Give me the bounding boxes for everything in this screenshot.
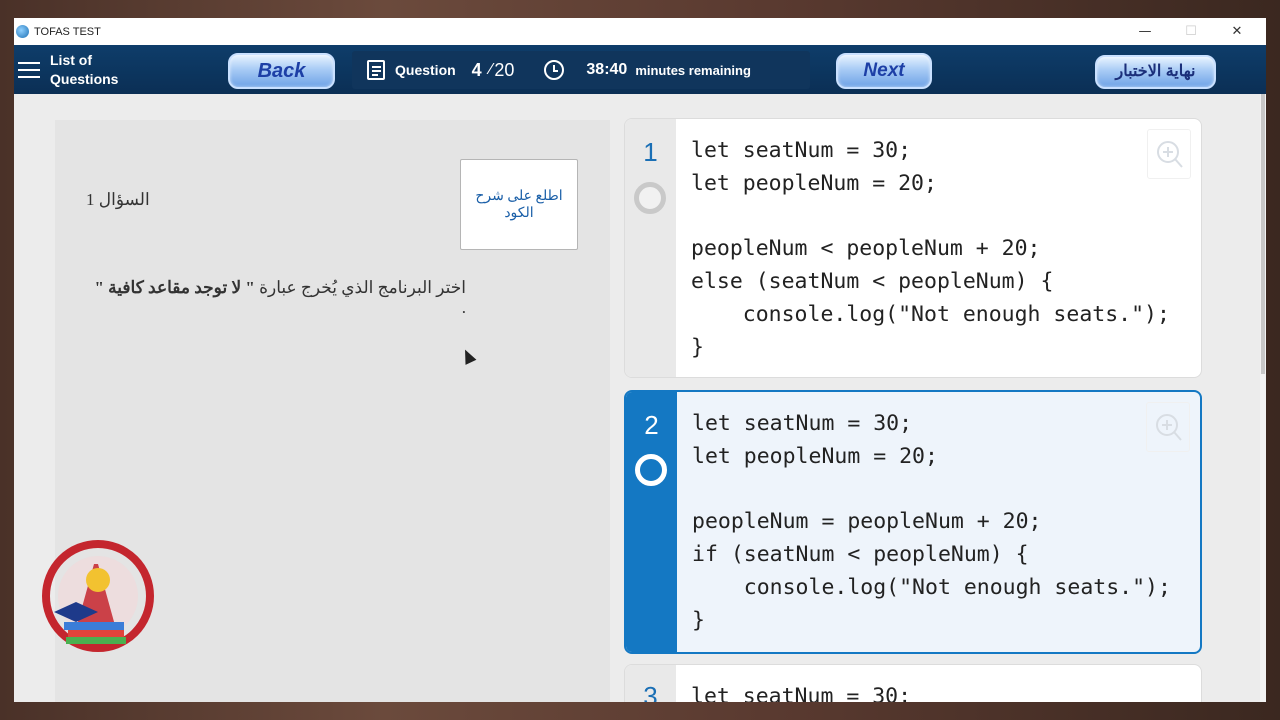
question-number-label: السؤال 1 (86, 190, 150, 209)
answer-number: 3 (643, 681, 658, 702)
answer-radio[interactable] (635, 454, 667, 486)
question-label: Question (395, 62, 456, 78)
answer-option[interactable]: 1 let seatNum = 30; let peopleNum = 20; p… (624, 118, 1202, 378)
list-of-questions-label: List of Questions (50, 51, 118, 89)
clock-icon (544, 60, 565, 80)
answer-code: let seatNum = 30; let peopleNum = 20; pe… (692, 411, 1171, 633)
outer-frame: TOFAS TEST — ☐ ✕ List of Questions Back … (0, 0, 1280, 720)
window-titlebar: TOFAS TEST — ☐ ✕ (14, 18, 1266, 45)
answer-option[interactable]: 2 let seatNum = 30; let peopleNum = 20; p… (624, 390, 1202, 654)
answer-number: 2 (644, 410, 659, 440)
question-separator: ∕ (489, 61, 493, 78)
window-controls: — ☐ ✕ (1122, 18, 1260, 45)
answer-number: 1 (643, 137, 658, 167)
question-text: اختر البرنامج الذي يُخرج عبارة " لا توجد… (86, 278, 466, 318)
watermark-logo (42, 540, 154, 652)
hamburger-icon (18, 61, 40, 79)
app-icon (16, 25, 29, 38)
document-icon (367, 60, 385, 80)
end-exam-button[interactable]: نهاية الاختبار (1095, 55, 1216, 89)
back-button[interactable]: Back (228, 53, 335, 89)
list-label-line1: List of (50, 52, 92, 68)
answer-radio[interactable] (634, 182, 666, 214)
answer-option[interactable]: 3 let seatNum = 30; (624, 664, 1202, 702)
question-text-prefix: اختر البرنامج الذي يُخرج عبارة (259, 278, 466, 297)
answer-code: let seatNum = 30; let peopleNum = 20; pe… (691, 138, 1170, 360)
time-remaining: 38:40 (586, 61, 628, 78)
question-text-end: . (461, 298, 466, 317)
list-of-questions-button[interactable]: List of Questions (18, 51, 118, 89)
app-toolbar: List of Questions Back Question 4 ∕ 20 3… (14, 45, 1266, 94)
list-label-line2: Questions (50, 71, 119, 87)
question-current-number: 4 (471, 59, 482, 80)
mouse-cursor-icon (459, 347, 477, 365)
close-button[interactable]: ✕ (1214, 24, 1260, 39)
time-remaining-label: minutes remaining (635, 62, 751, 78)
maximize-button[interactable]: ☐ (1168, 24, 1214, 39)
question-status-bar: Question 4 ∕ 20 38:40 minutes remaining (352, 51, 810, 89)
question-text-quote: " لا توجد مقاعد كافية " (94, 278, 255, 297)
app-window: TOFAS TEST — ☐ ✕ List of Questions Back … (14, 18, 1266, 702)
main-content: السؤال 1 اطلع على شرح الكود اختر البرنام… (14, 94, 1266, 702)
answer-list: 1 let seatNum = 30; let peopleNum = 20; p… (624, 118, 1202, 702)
scrollbar[interactable] (1260, 94, 1266, 702)
question-total: 20 (494, 59, 515, 80)
window-title: TOFAS TEST (34, 25, 101, 38)
next-button[interactable]: Next (836, 53, 932, 89)
scrollbar-thumb[interactable] (1261, 94, 1265, 374)
answer-code: let seatNum = 30; (691, 684, 912, 702)
explain-code-button[interactable]: اطلع على شرح الكود (460, 159, 578, 250)
minimize-button[interactable]: — (1122, 24, 1168, 39)
